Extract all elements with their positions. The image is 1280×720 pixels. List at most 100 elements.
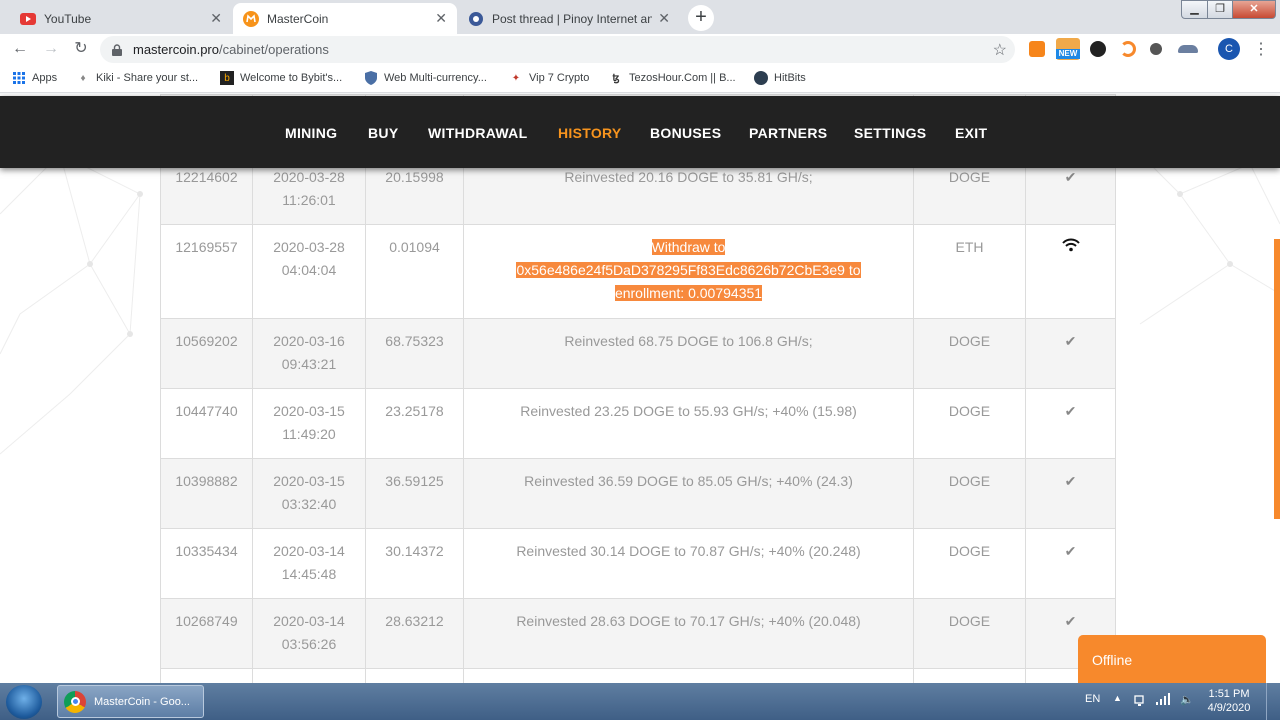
op-datetime: 2020-03-16 09:43:21: [252, 318, 366, 389]
url-path: /cabinet/operations: [218, 42, 329, 57]
url-text: mastercoin.pro/cabinet/operations: [133, 42, 329, 57]
op-time: 11:49:20: [282, 426, 336, 442]
nav-settings[interactable]: SETTINGS: [854, 125, 926, 141]
op-id: 12169557: [160, 224, 253, 319]
bookmark-apps[interactable]: Apps: [12, 71, 57, 85]
op-datetime: 2020-03-14 03:56:26: [252, 598, 366, 669]
table-row: [160, 668, 1116, 683]
extension-new-icon[interactable]: NEW: [1056, 38, 1080, 60]
op-date: 2020-03-14: [273, 613, 345, 629]
op-currency: DOGE: [913, 318, 1026, 389]
close-icon[interactable]: ✕: [210, 10, 222, 27]
bookmark-label: Vip 7 Crypto: [529, 72, 590, 84]
table-row: 10335434 2020-03-14 14:45:48 30.14372 Rei…: [160, 528, 1116, 599]
checkmark-icon: ✔: [1064, 169, 1077, 185]
bookmark-tezoshour[interactable]: ꜩ TezosHour.Com || B...: [609, 71, 735, 85]
op-description: Reinvested 23.25 DOGE to 55.93 GH/s; +40…: [463, 388, 914, 459]
bookmark-label: Welcome to Bybit's...: [240, 72, 343, 84]
checkmark-icon: ✔: [1064, 403, 1077, 419]
language-indicator[interactable]: EN: [1085, 693, 1100, 705]
metamask-icon[interactable]: [1029, 41, 1045, 57]
forward-button[interactable]: →: [41, 39, 61, 59]
chat-widget-offline[interactable]: Offline: [1078, 635, 1266, 683]
apps-grid-icon: [12, 71, 26, 85]
op-id: 10569202: [160, 318, 253, 389]
checkmark-icon: ✔: [1064, 333, 1077, 349]
bookmark-web-multicurrency[interactable]: Web Multi-currency...: [364, 71, 487, 85]
bookmark-hitbits[interactable]: HitBits: [754, 71, 806, 85]
minimize-button[interactable]: ▁: [1181, 0, 1208, 19]
tab-title: YouTube: [44, 11, 92, 26]
show-desktop-button[interactable]: [1266, 683, 1280, 720]
window-close-button[interactable]: ✕: [1232, 0, 1276, 19]
system-clock[interactable]: 1:51 PM 4/9/2020: [1204, 687, 1254, 715]
nav-exit[interactable]: EXIT: [955, 125, 987, 141]
op-amount: 0.01094: [365, 224, 464, 319]
tab-mastercoin[interactable]: MasterCoin ✕: [233, 3, 457, 34]
star-icon[interactable]: ☆: [993, 40, 1007, 60]
bybit-icon: b: [220, 71, 234, 85]
clock-date: 4/9/2020: [1207, 702, 1251, 714]
op-datetime: 2020-03-15 11:49:20: [252, 388, 366, 459]
op-date: 2020-03-15: [273, 473, 345, 489]
maximize-button[interactable]: ❐: [1207, 0, 1233, 19]
selected-text: Withdraw to: [651, 239, 726, 255]
op-date: 2020-03-28: [273, 239, 345, 255]
tray-up-arrow-icon[interactable]: ▲: [1113, 693, 1122, 703]
bookmark-vip7[interactable]: ✦ Vip 7 Crypto: [509, 71, 590, 85]
op-id: 10268749: [160, 598, 253, 669]
operations-table: 12214602 2020-03-28 11:26:01 20.15998 Rei…: [160, 94, 1116, 683]
op-time: 03:56:26: [281, 636, 337, 652]
browser-toolbar: ← → ↻ mastercoin.pro/cabinet/operations …: [0, 34, 1280, 64]
url-domain: mastercoin.pro: [133, 42, 219, 57]
table-row: 10447740 2020-03-15 11:49:20 23.25178 Rei…: [160, 388, 1116, 459]
close-icon[interactable]: ✕: [435, 10, 447, 27]
network-icon[interactable]: [1133, 693, 1147, 710]
back-button[interactable]: ←: [10, 39, 30, 59]
nav-bonuses[interactable]: BONUSES: [650, 125, 721, 141]
table-row: 10268749 2020-03-14 03:56:26 28.63212 Rei…: [160, 598, 1116, 669]
new-tab-button[interactable]: +: [688, 5, 714, 31]
op-status: ✔: [1025, 458, 1116, 529]
op-datetime: 2020-03-14 14:45:48: [252, 528, 366, 599]
op-time: 14:45:48: [281, 566, 337, 582]
bookmark-kiki[interactable]: ♦ Kiki - Share your st...: [76, 71, 198, 85]
close-icon[interactable]: ✕: [658, 10, 670, 27]
extension-icon[interactable]: [1150, 43, 1162, 55]
kebab-menu-icon[interactable]: ⋮: [1253, 39, 1269, 59]
wifi-pending-icon: [1061, 238, 1080, 255]
moon-icon[interactable]: [1120, 41, 1136, 57]
soccer-ball-icon[interactable]: [1090, 41, 1106, 57]
nav-buy[interactable]: BUY: [368, 125, 398, 141]
volume-icon[interactable]: 🔈: [1180, 693, 1194, 706]
nav-withdrawal[interactable]: WITHDRAWAL: [428, 125, 527, 141]
nav-partners[interactable]: PARTNERS: [749, 125, 827, 141]
op-description: Reinvested 28.63 DOGE to 70.17 GH/s; +40…: [463, 598, 914, 669]
avatar[interactable]: C: [1218, 38, 1240, 60]
start-button[interactable]: [6, 685, 42, 719]
op-description: Reinvested 36.59 DOGE to 85.05 GH/s; +40…: [463, 458, 914, 529]
hat-icon[interactable]: [1178, 45, 1198, 53]
op-currency: ETH: [913, 224, 1026, 319]
checkmark-icon: ✔: [1064, 473, 1077, 489]
shield-icon: [364, 71, 378, 85]
chrome-icon: [64, 690, 86, 713]
op-currency: DOGE: [913, 458, 1026, 529]
nav-mining[interactable]: MINING: [285, 125, 337, 141]
tab-youtube[interactable]: YouTube ✕: [10, 3, 232, 34]
kiki-icon: ♦: [80, 72, 86, 84]
signal-bars-icon[interactable]: [1156, 693, 1170, 708]
address-bar[interactable]: mastercoin.pro/cabinet/operations ☆: [100, 36, 1015, 63]
op-amount: 68.75323: [365, 318, 464, 389]
op-currency: DOGE: [913, 388, 1026, 459]
op-datetime: 2020-03-15 03:32:40: [252, 458, 366, 529]
taskbar-chrome-window[interactable]: MasterCoin - Goo...: [57, 685, 204, 718]
tab-pinoy-thread[interactable]: Post thread | Pinoy Internet and T ✕: [458, 3, 680, 34]
op-status: [1025, 224, 1116, 319]
op-description: Withdraw to 0x56e486e24f5DaD378295Ff83Ed…: [463, 224, 914, 319]
nav-history[interactable]: HISTORY: [558, 125, 622, 141]
checkmark-icon: ✔: [1064, 613, 1077, 629]
bookmark-bybit[interactable]: b Welcome to Bybit's...: [220, 71, 342, 85]
reload-button[interactable]: ↻: [71, 39, 91, 59]
sidebar-accent: [1274, 239, 1280, 519]
